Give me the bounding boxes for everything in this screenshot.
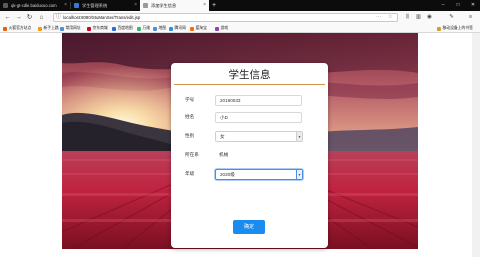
bookmark-item[interactable]: 常用网址 <box>60 25 81 32</box>
info-icon[interactable]: ⓘ <box>56 14 61 21</box>
page-icon <box>143 3 148 8</box>
minimize-button[interactable]: – <box>436 0 450 11</box>
tab-baidu[interactable]: qk-gt-cdle.baiduxuo.com × <box>0 0 70 11</box>
bookmark-item[interactable]: 腾讯网 <box>169 25 186 32</box>
bookmark-icon <box>153 26 157 31</box>
new-tab-button[interactable]: + <box>209 0 219 11</box>
bookmark-icon <box>112 26 116 31</box>
bookmark-icon <box>60 26 64 31</box>
bookmark-label: 新手上路 <box>43 26 59 30</box>
close-window-button[interactable]: ✕ <box>466 0 480 11</box>
bookmark-item[interactable]: 地图 <box>153 25 166 32</box>
bookmarks-bar: 火狐官方站点 新手上路 常用网址 京东商城 百度地图 万维 地图 腾讯网 爱淘宝… <box>0 24 480 33</box>
gender-label: 性别 <box>185 133 195 138</box>
bookmark-icon <box>3 26 7 31</box>
grade-label: 年级 <box>185 171 195 176</box>
address-bar[interactable]: ⓘ localhost:8080/StuManSer/Trans/edit.js… <box>53 13 398 22</box>
bookmark-label: 百度地图 <box>117 26 133 30</box>
bookmark-label: 京东商城 <box>92 26 108 30</box>
account-icon[interactable]: ◉ <box>425 13 434 22</box>
forward-button[interactable]: → <box>14 13 23 22</box>
gender-value: 女 <box>220 134 225 139</box>
page-scrollbar[interactable] <box>472 33 480 257</box>
student-info-card: 学生信息 学号 20190033 姓名 小D 性别 女 ▾ 所在系 机械 年级 … <box>171 63 328 248</box>
tab-student-system[interactable]: 学生管理系统 × <box>71 0 140 11</box>
mobile-bookmarks[interactable]: 移动设备上的书签 <box>437 25 473 32</box>
tab-label: 学生管理系统 <box>82 2 108 8</box>
page-viewport: 学生信息 学号 20190033 姓名 小D 性别 女 ▾ 所在系 机械 年级 … <box>0 33 480 257</box>
tab-strip: qk-gt-cdle.baiduxuo.com × 学生管理系统 × 添加学生信… <box>0 0 480 11</box>
reload-button[interactable]: ↻ <box>25 13 34 22</box>
maximize-button[interactable]: □ <box>451 0 465 11</box>
more-icon[interactable]: ··· <box>376 14 381 21</box>
close-icon[interactable]: × <box>134 2 137 8</box>
bookmark-label: 火狐官方站点 <box>8 26 32 30</box>
confirm-button[interactable]: 确定 <box>233 220 265 234</box>
star-icon[interactable]: ☆ <box>388 14 392 21</box>
back-button[interactable]: ← <box>3 13 12 22</box>
chevron-down-icon[interactable]: ▾ <box>296 170 302 179</box>
bookmark-label: 爱淘宝 <box>195 26 207 30</box>
bookmark-label: 移动设备上的书签 <box>442 26 473 30</box>
home-button[interactable]: ⌂ <box>37 13 46 22</box>
bookmark-item[interactable]: 新手上路 <box>38 25 59 32</box>
bookmark-item[interactable]: 爱淘宝 <box>190 25 207 32</box>
bookmark-icon <box>169 26 173 31</box>
student-id-label: 学号 <box>185 97 195 102</box>
library-icon[interactable]: ⫼ <box>403 13 412 22</box>
bookmark-label: 常用网址 <box>65 26 81 30</box>
bookmark-item[interactable]: 百度地图 <box>112 25 133 32</box>
page-title: 学生信息 <box>228 69 271 81</box>
navigation-bar: ← → ↻ ⌂ ⓘ localhost:8080/StuManSer/Trans… <box>0 11 480 24</box>
name-field[interactable]: 小D <box>215 112 302 123</box>
sidebar-icon[interactable]: ▥ <box>414 13 423 22</box>
bookmark-item[interactable]: 京东商城 <box>87 25 108 32</box>
gender-select[interactable]: 女 ▾ <box>215 131 303 142</box>
bookmark-icon <box>215 26 219 31</box>
tab-label: 添加学生信息 <box>151 2 177 8</box>
title-divider <box>174 84 325 85</box>
bookmark-label: 万维 <box>142 26 151 30</box>
close-icon[interactable]: × <box>64 2 67 8</box>
grade-value: 2020级 <box>220 172 235 177</box>
bookmark-item[interactable]: 火狐官方站点 <box>3 25 31 32</box>
menu-icon[interactable]: ≡ <box>466 13 475 22</box>
name-label: 姓名 <box>185 114 195 119</box>
bookmark-icon <box>87 26 91 31</box>
bookmark-label: 游戏 <box>220 26 229 30</box>
bookmark-icon <box>38 26 42 31</box>
folder-icon <box>437 26 441 31</box>
bookmark-icon <box>137 26 141 31</box>
globe-icon <box>3 3 8 8</box>
extension-icon[interactable]: ✎ <box>447 13 456 22</box>
close-icon[interactable]: × <box>203 2 206 8</box>
college-label: 所在系 <box>185 152 199 157</box>
student-id-field[interactable]: 20190033 <box>215 95 302 106</box>
bookmark-label: 腾讯网 <box>174 26 186 30</box>
grade-select[interactable]: 2020级 ▾ <box>215 169 303 180</box>
bookmark-item[interactable]: 万维 <box>137 25 150 32</box>
page-icon <box>74 3 79 8</box>
url-text[interactable]: localhost:8080/StuManSer/Trans/edit.jsp <box>63 14 140 21</box>
bookmark-icon <box>190 26 194 31</box>
bookmark-label: 地图 <box>158 26 167 30</box>
college-value: 机械 <box>219 152 229 157</box>
tab-label: qk-gt-cdle.baiduxuo.com <box>11 3 57 8</box>
bookmark-item[interactable]: 游戏 <box>215 25 228 32</box>
chevron-down-icon[interactable]: ▾ <box>296 132 302 141</box>
tab-add-student[interactable]: 添加学生信息 × <box>140 0 209 11</box>
